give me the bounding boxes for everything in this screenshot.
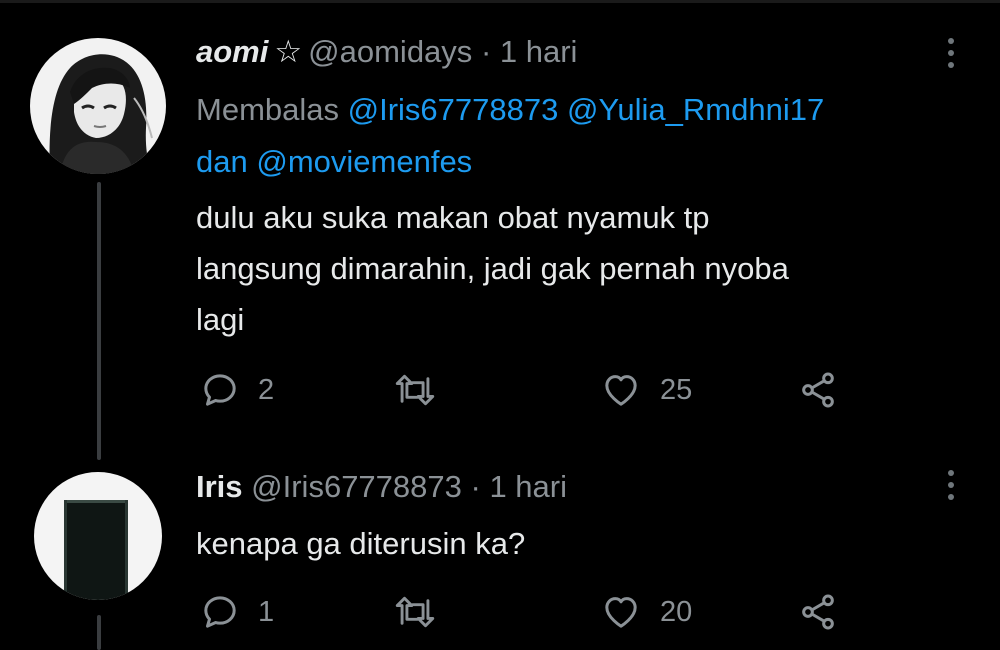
user-handle[interactable]: @aomidays bbox=[308, 34, 472, 69]
retweet-icon bbox=[395, 374, 435, 406]
user-handle[interactable]: @Iris67778873 bbox=[251, 469, 462, 504]
separator: · bbox=[470, 469, 481, 504]
reply-count: 1 bbox=[258, 595, 275, 628]
replying-to-label: Membalas bbox=[196, 92, 339, 127]
tweet-header: aomi ☆ @aomidays · 1 hari bbox=[196, 32, 577, 72]
retweet-icon bbox=[395, 596, 435, 628]
tweet-actions: 2 25 bbox=[196, 368, 856, 412]
tweet-text-line: lagi bbox=[196, 302, 245, 337]
tweet-text: kenapa ga diterusin ka? bbox=[196, 518, 956, 569]
timestamp[interactable]: 1 hari bbox=[489, 469, 567, 504]
separator: · bbox=[480, 34, 492, 69]
tweet-actions: 1 20 bbox=[196, 590, 856, 634]
tweet-text-line: kenapa ga diterusin ka? bbox=[196, 526, 526, 561]
like-button[interactable]: 25 bbox=[600, 368, 692, 412]
mention-link[interactable]: @moviemenfes bbox=[256, 144, 472, 179]
avatar[interactable] bbox=[34, 472, 162, 600]
more-options-icon[interactable] bbox=[946, 470, 956, 506]
like-count: 25 bbox=[660, 373, 693, 406]
heart-icon bbox=[605, 597, 637, 628]
tweet[interactable]: Iris @Iris67778873 · 1 hari kenapa ga di… bbox=[0, 440, 1000, 650]
reply-icon bbox=[204, 374, 236, 406]
timestamp[interactable]: 1 hari bbox=[500, 34, 578, 69]
tweet[interactable]: aomi ☆ @aomidays · 1 hari Membalas @Iris67… bbox=[0, 0, 1000, 440]
reply-icon bbox=[204, 596, 236, 628]
share-icon bbox=[802, 594, 834, 630]
heart-icon bbox=[605, 375, 637, 406]
share-button[interactable] bbox=[798, 590, 838, 634]
mention-link[interactable]: @Yulia_Rmdhni17 bbox=[567, 92, 824, 127]
more-options-icon[interactable] bbox=[946, 38, 956, 74]
like-button[interactable]: 20 bbox=[600, 590, 692, 634]
display-name[interactable]: aomi bbox=[196, 34, 268, 69]
share-icon bbox=[802, 372, 834, 408]
tweet-text-line: dulu aku suka makan obat nyamuk tp bbox=[196, 200, 710, 235]
mention-link[interactable]: @Iris67778873 bbox=[348, 92, 559, 127]
replying-to: Membalas @Iris67778873 @Yulia_Rmdhni17 d… bbox=[196, 84, 956, 188]
star-badge-icon: ☆ bbox=[274, 34, 303, 69]
display-name[interactable]: Iris bbox=[196, 469, 243, 504]
tweet-text-line: langsung dimarahin, jadi gak pernah nyob… bbox=[196, 251, 789, 286]
retweet-button[interactable] bbox=[394, 368, 454, 412]
doorway-avatar-icon bbox=[34, 472, 162, 600]
like-count: 20 bbox=[660, 595, 693, 628]
retweet-button[interactable] bbox=[394, 590, 454, 634]
replying-to-conjunction: dan bbox=[196, 144, 248, 179]
avatar[interactable] bbox=[30, 38, 166, 174]
anime-girl-avatar-icon bbox=[30, 38, 166, 174]
reply-button[interactable]: 2 bbox=[200, 368, 274, 412]
reply-count: 2 bbox=[258, 373, 275, 406]
share-button[interactable] bbox=[798, 368, 838, 412]
tweet-text: dulu aku suka makan obat nyamuk tp langs… bbox=[196, 192, 956, 345]
reply-button[interactable]: 1 bbox=[200, 590, 274, 634]
tweet-header: Iris @Iris67778873 · 1 hari bbox=[196, 467, 567, 507]
